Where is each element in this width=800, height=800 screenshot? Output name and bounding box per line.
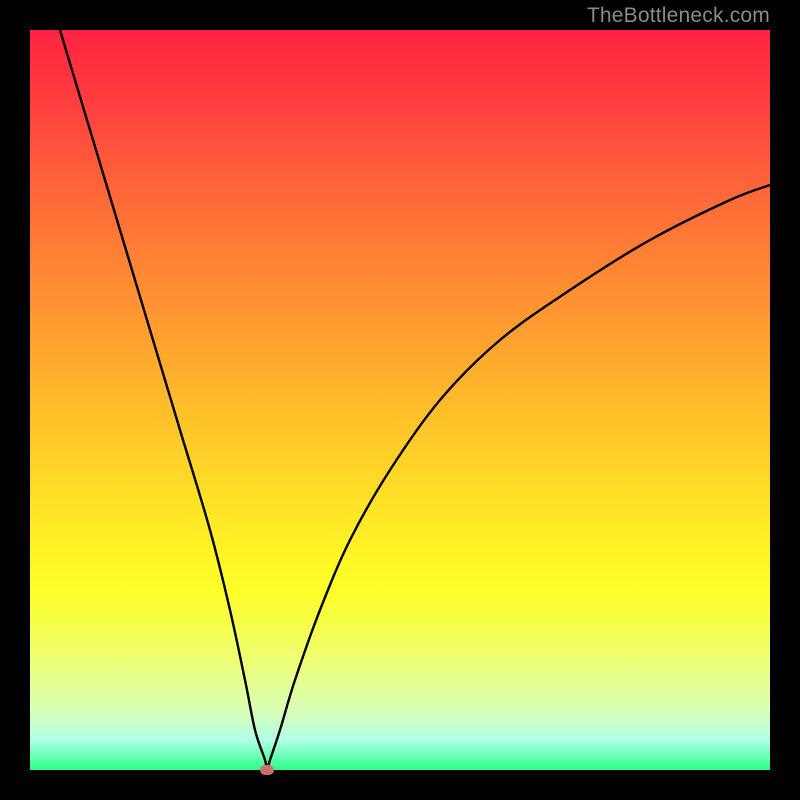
chart-frame: TheBottleneck.com [0,0,800,800]
watermark-text: TheBottleneck.com [587,4,770,28]
minimum-marker [260,765,274,775]
bottleneck-curve [30,30,770,770]
